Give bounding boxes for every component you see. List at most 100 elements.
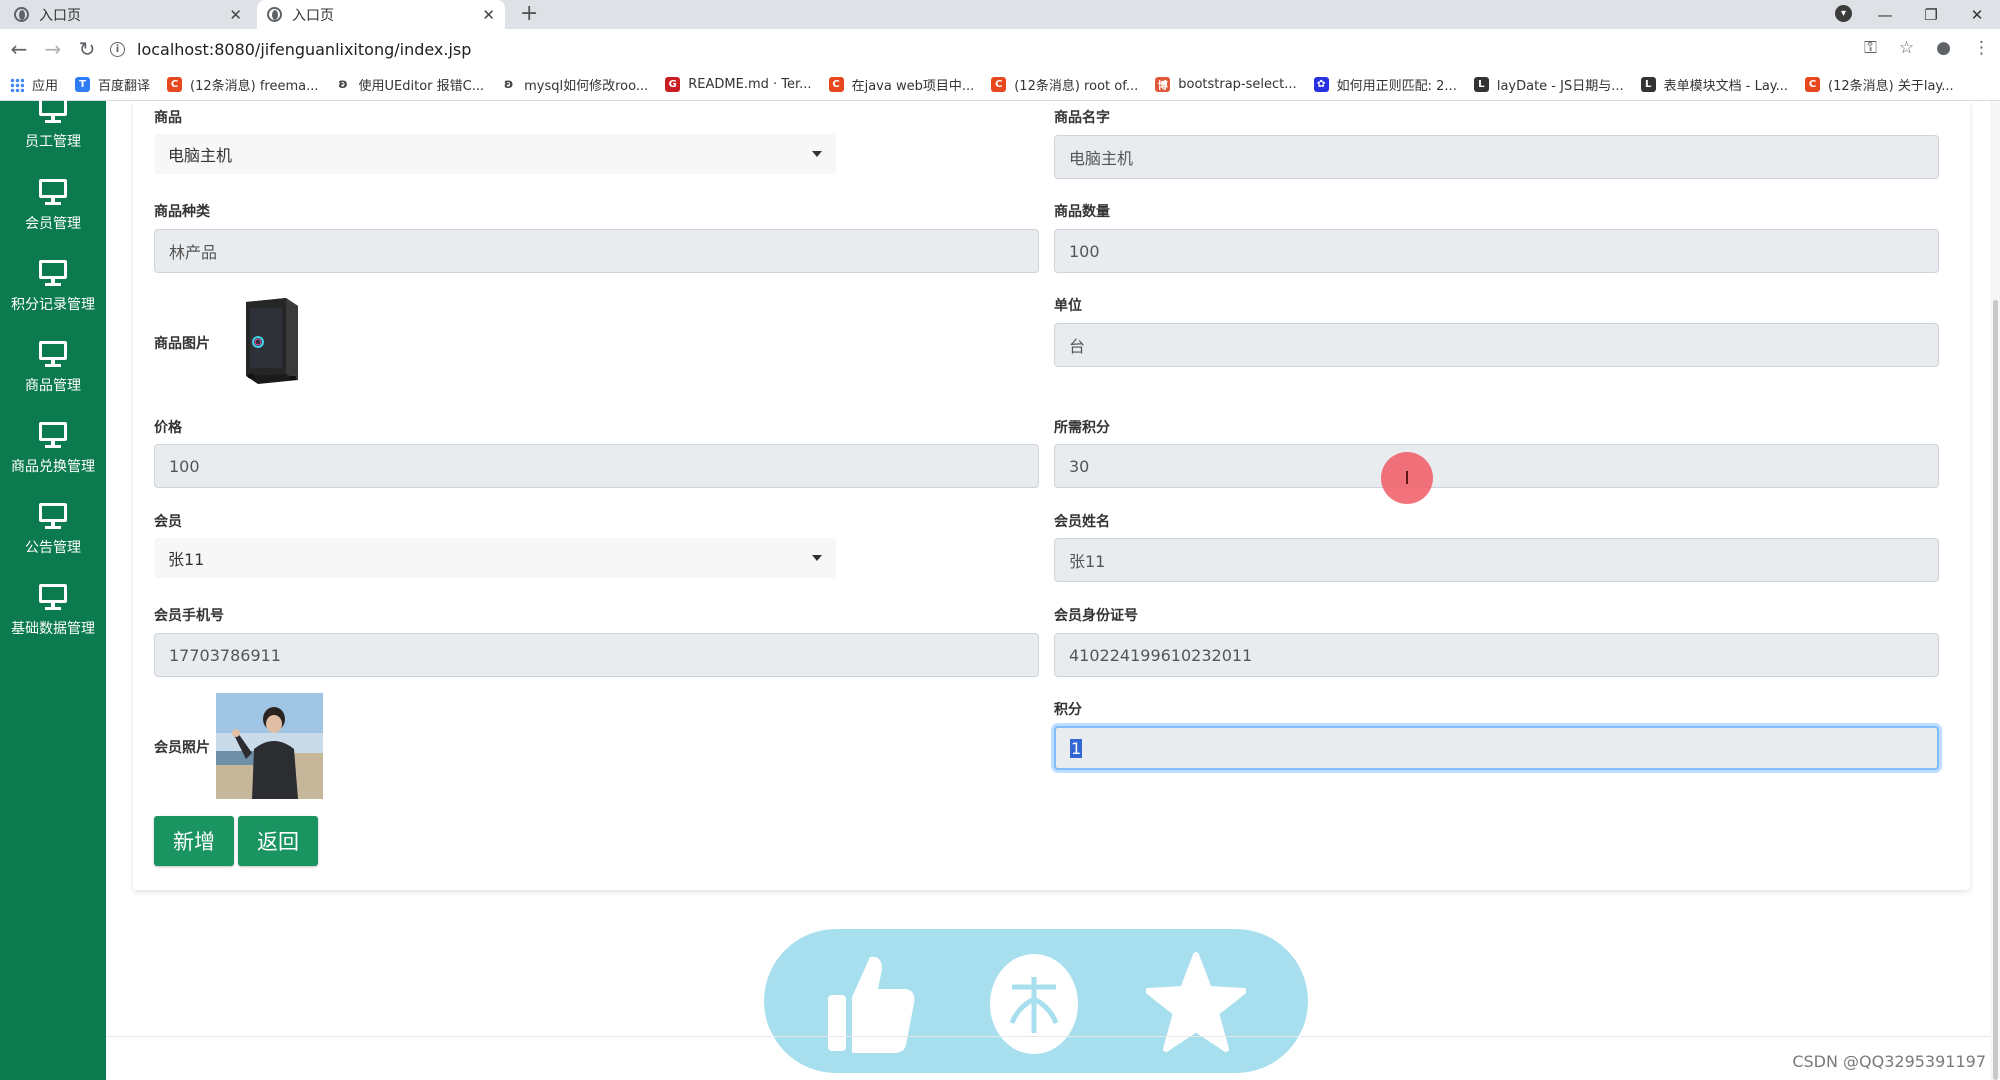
- baidu-paw-icon: ✿: [1313, 77, 1329, 92]
- sidebar-item-label: 商品兑换管理: [11, 459, 95, 475]
- watermark: CSDN @QQ3295391197: [1792, 1052, 1986, 1071]
- unit-field[interactable]: 台: [1054, 323, 1939, 367]
- forward-arrow-icon[interactable]: →: [38, 37, 68, 61]
- bookmark-label: layDate - JS日期与...: [1496, 79, 1624, 94]
- new-tab-button[interactable]: +: [520, 1, 538, 26]
- bookmark-item[interactable]: T 百度翻译: [75, 75, 150, 94]
- member-select[interactable]: 张11: [154, 538, 836, 578]
- member-select-value: 张11: [168, 550, 205, 569]
- bookmark-item[interactable]: C (12条消息) freema...: [167, 75, 319, 94]
- account-icon[interactable]: ●: [1936, 38, 1951, 58]
- close-icon[interactable]: ✕: [482, 6, 495, 24]
- bookmark-item[interactable]: C 在java web项目中...: [828, 75, 974, 94]
- monitor-icon: [39, 341, 67, 368]
- star-icon[interactable]: ☆: [1899, 38, 1914, 58]
- bookmark-item[interactable]: 博 bootstrap-select...: [1155, 77, 1297, 92]
- price-label: 价格: [154, 420, 182, 436]
- close-icon[interactable]: ✕: [229, 6, 242, 24]
- close-window-icon[interactable]: ✕: [1954, 6, 2000, 24]
- sidebar: 员工管理 会员管理 积分记录管理 商品管理 商品兑换管理 公告管理 基础数据管理: [0, 97, 106, 1080]
- sidebar-item-points-records[interactable]: 积分记录管理: [0, 260, 106, 341]
- minimize-icon[interactable]: —: [1862, 6, 1908, 24]
- window-controls: — ❐ ✕: [1862, 0, 2000, 29]
- csdn-icon: C: [991, 77, 1007, 92]
- caret-down-icon: [812, 555, 822, 561]
- bookmark-item[interactable]: L 表单模块文档 - Lay...: [1640, 75, 1788, 94]
- sidebar-item-goods[interactable]: 商品管理: [0, 341, 106, 422]
- member-id-field[interactable]: 410224199610232011: [1054, 633, 1939, 677]
- sidebar-item-announcements[interactable]: 公告管理: [0, 503, 106, 584]
- text-cursor-icon: I: [1404, 467, 1410, 489]
- sidebar-item-members[interactable]: 会员管理: [0, 179, 106, 260]
- bookmark-label: (12条消息) root of...: [1014, 79, 1139, 94]
- sidebar-item-basic-data[interactable]: 基础数据管理: [0, 584, 106, 665]
- star-favorite-icon[interactable]: [1145, 949, 1247, 1059]
- back-arrow-icon[interactable]: ←: [4, 37, 34, 61]
- gitee-icon: G: [665, 77, 681, 92]
- goods-name-field[interactable]: 电脑主机: [1054, 135, 1939, 179]
- scrollbar-thumb[interactable]: [1993, 300, 1998, 1080]
- sidebar-item-label: 基础数据管理: [11, 621, 95, 637]
- csdn-icon: C: [1805, 77, 1821, 92]
- key-icon[interactable]: ⚿: [1864, 38, 1877, 58]
- csdn-icon: C: [828, 77, 844, 92]
- member-phone-field[interactable]: 17703786911: [154, 633, 1039, 677]
- goods-qty-field[interactable]: 100: [1054, 229, 1939, 273]
- bookmark-item[interactable]: ʚ 使用UEditor 报错C...: [336, 75, 484, 94]
- browser-tab-2[interactable]: 入口页 ✕: [257, 0, 505, 29]
- monitor-icon: [39, 260, 67, 287]
- back-button[interactable]: 返回: [238, 816, 318, 866]
- member-photo: [216, 693, 323, 799]
- bookmark-label: bootstrap-select...: [1178, 77, 1297, 92]
- points-required-field[interactable]: 30: [1054, 444, 1939, 488]
- sidebar-item-goods-exchange[interactable]: 商品兑换管理: [0, 422, 106, 503]
- points-input[interactable]: 1: [1054, 726, 1939, 770]
- bookmark-label: 如何用正则匹配: 2...: [1336, 79, 1457, 94]
- sidebar-item-label: 员工管理: [25, 134, 81, 150]
- sidebar-item-label: 商品管理: [25, 378, 81, 394]
- browser-tabstrip: 入口页 ✕ 入口页 ✕ + ▾ — ❐ ✕: [0, 0, 2000, 29]
- bookmark-item[interactable]: G README.md · Ter...: [665, 77, 812, 92]
- points-label: 积分: [1054, 702, 1082, 718]
- layui-icon: L: [1473, 77, 1489, 92]
- bookmark-item[interactable]: C (12条消息) root of...: [991, 75, 1138, 94]
- bookmark-label: mysql如何修改roo...: [524, 79, 649, 94]
- member-photo-label: 会员照片: [154, 740, 210, 756]
- bookmark-label: 应用: [32, 79, 59, 94]
- tab-title: 入口页: [39, 7, 81, 24]
- bookmark-label: README.md · Ter...: [688, 77, 812, 92]
- reload-icon[interactable]: ↻: [72, 37, 102, 61]
- chrome-menu-dot-icon[interactable]: ▾: [1835, 5, 1852, 22]
- bookmark-item[interactable]: ✿ 如何用正则匹配: 2...: [1313, 75, 1457, 94]
- bookmark-item[interactable]: C (12条消息) 关于lay...: [1805, 75, 1954, 94]
- goods-select[interactable]: 电脑主机: [154, 134, 836, 174]
- sidebar-item-staff[interactable]: 员工管理: [0, 97, 106, 178]
- unit-label: 单位: [1054, 298, 1082, 314]
- browser-tab-1[interactable]: 入口页 ✕: [4, 0, 252, 29]
- price-field[interactable]: 100: [154, 444, 1039, 488]
- coin-icon[interactable]: [984, 949, 1084, 1059]
- bookmark-item[interactable]: LlayDate - JS日期与...: [1473, 75, 1624, 94]
- member-name-field[interactable]: 张11: [1054, 538, 1939, 582]
- link-icon: ʚ: [503, 77, 514, 92]
- goods-select-value: 电脑主机: [168, 146, 233, 165]
- member-name-label: 会员姓名: [1054, 514, 1110, 530]
- globe-icon: [267, 7, 282, 22]
- info-icon[interactable]: i: [110, 41, 125, 57]
- add-button[interactable]: 新增: [154, 816, 234, 866]
- bookmark-item[interactable]: ʚ mysql如何修改roo...: [501, 75, 648, 94]
- member-label: 会员: [154, 514, 182, 530]
- bookmark-item[interactable]: 应用: [10, 75, 58, 94]
- monitor-icon: [39, 584, 67, 611]
- goods-type-field[interactable]: 林产品: [154, 229, 1039, 273]
- restore-icon[interactable]: ❐: [1908, 6, 1954, 24]
- thumbs-up-icon[interactable]: [820, 949, 920, 1059]
- monitor-icon: [39, 422, 67, 449]
- points-required-label: 所需积分: [1054, 420, 1110, 436]
- more-menu-icon[interactable]: ⋮: [1973, 38, 1990, 58]
- address-bar[interactable]: i localhost:8080/jifenguanlixitong/index…: [110, 34, 1855, 64]
- floating-action-bar: [764, 929, 1308, 1073]
- toolbar-actions: ⚿ ☆ ● ⋮: [1864, 38, 1990, 58]
- bookmarks-bar: 应用 T 百度翻译 C (12条消息) freema... ʚ 使用UEditor 报错C.…: [0, 69, 2000, 101]
- tab-title: 入口页: [292, 7, 334, 24]
